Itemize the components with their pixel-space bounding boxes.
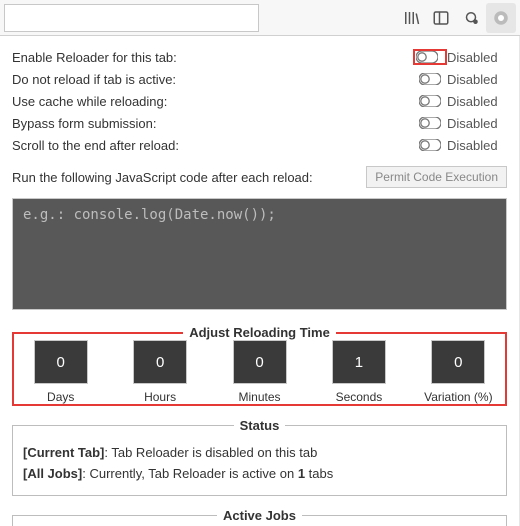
scroll-end-state: Disabled bbox=[447, 138, 507, 153]
minutes-input[interactable] bbox=[233, 340, 287, 384]
use-cache-state: Disabled bbox=[447, 94, 507, 109]
seconds-label: Seconds bbox=[336, 390, 383, 404]
js-code-label: Run the following JavaScript code after … bbox=[12, 170, 366, 185]
status-current-prefix: [Current Tab] bbox=[23, 445, 104, 460]
status-legend: Status bbox=[234, 418, 286, 433]
scroll-end-toggle[interactable] bbox=[419, 139, 441, 151]
use-cache-label: Use cache while reloading: bbox=[12, 94, 419, 109]
noreload-active-label: Do not reload if tab is active: bbox=[12, 72, 419, 87]
account-icon[interactable] bbox=[456, 3, 486, 33]
enable-toggle[interactable] bbox=[416, 51, 438, 63]
status-all-text-a: : Currently, Tab Reloader is active on bbox=[82, 466, 298, 481]
bypass-form-toggle[interactable] bbox=[419, 117, 441, 129]
hours-input[interactable] bbox=[133, 340, 187, 384]
seconds-input[interactable] bbox=[332, 340, 386, 384]
extension-popup: Enable Reloader for this tab: Disabled D… bbox=[0, 36, 520, 526]
days-input[interactable] bbox=[34, 340, 88, 384]
noreload-active-state: Disabled bbox=[447, 72, 507, 87]
variation-label: Variation (%) bbox=[424, 390, 492, 404]
scroll-end-label: Scroll to the end after reload: bbox=[12, 138, 419, 153]
permit-code-button[interactable]: Permit Code Execution bbox=[366, 166, 507, 188]
hours-label: Hours bbox=[144, 390, 176, 404]
extension-reloader-icon[interactable] bbox=[486, 3, 516, 33]
library-icon[interactable] bbox=[396, 3, 426, 33]
active-jobs-legend: Active Jobs bbox=[217, 508, 302, 523]
status-group: Status [Current Tab]: Tab Reloader is di… bbox=[12, 418, 507, 496]
noreload-active-toggle[interactable] bbox=[419, 73, 441, 85]
status-current-text: : Tab Reloader is disabled on this tab bbox=[104, 445, 317, 460]
bypass-form-state: Disabled bbox=[447, 116, 507, 131]
adjust-time-group: Adjust Reloading Time Days Hours Minutes… bbox=[12, 325, 507, 406]
variation-input[interactable] bbox=[431, 340, 485, 384]
browser-toolbar bbox=[0, 0, 520, 36]
adjust-time-legend: Adjust Reloading Time bbox=[183, 325, 336, 340]
use-cache-toggle[interactable] bbox=[419, 95, 441, 107]
sidebar-icon[interactable] bbox=[426, 3, 456, 33]
days-label: Days bbox=[47, 390, 74, 404]
status-all-text-b: tabs bbox=[305, 466, 333, 481]
url-search-input[interactable] bbox=[4, 4, 259, 32]
minutes-label: Minutes bbox=[239, 390, 281, 404]
enable-state: Disabled bbox=[447, 50, 507, 65]
status-all-count: 1 bbox=[298, 466, 305, 481]
bypass-form-label: Bypass form submission: bbox=[12, 116, 419, 131]
js-code-input[interactable] bbox=[12, 198, 507, 310]
status-all-prefix: [All Jobs] bbox=[23, 466, 82, 481]
enable-label: Enable Reloader for this tab: bbox=[12, 50, 413, 65]
active-jobs-group: Active Jobs Tab Reloader :: add0n.com bbox=[12, 508, 507, 526]
